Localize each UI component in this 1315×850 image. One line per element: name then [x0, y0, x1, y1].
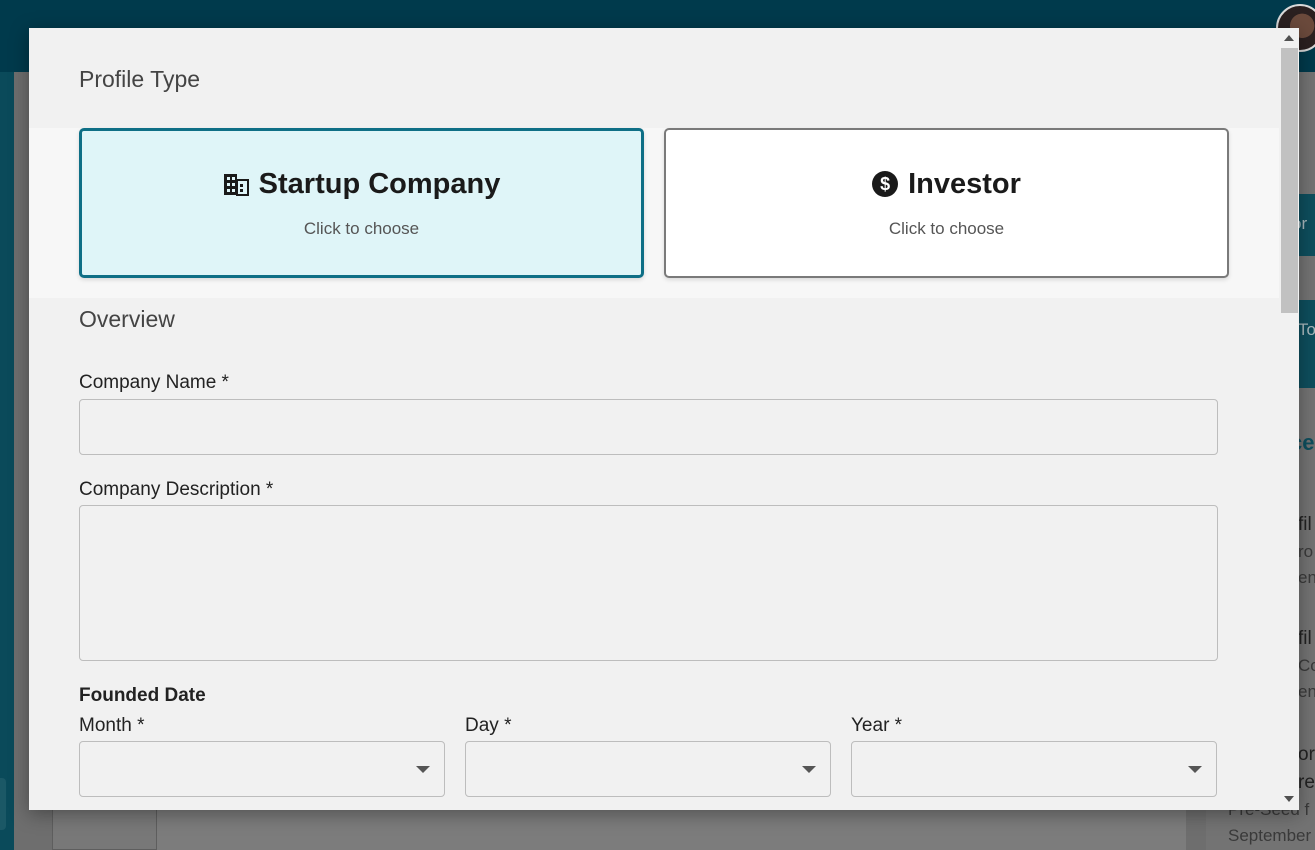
right-panel-text: fil — [1298, 628, 1312, 649]
company-name-label: Company Name * — [79, 372, 229, 393]
company-description-label: Company Description * — [79, 479, 274, 500]
year-select[interactable] — [851, 741, 1217, 797]
company-name-input[interactable] — [79, 399, 1218, 455]
right-panel-text: en — [1298, 568, 1315, 587]
scroll-down-icon[interactable] — [1284, 796, 1294, 802]
startup-company-title: Startup Company — [258, 167, 501, 200]
investor-option[interactable]: $ Investor Click to choose — [664, 128, 1229, 278]
right-panel-text: en — [1298, 682, 1315, 701]
app-left-rail — [0, 72, 14, 850]
year-label: Year * — [851, 715, 903, 736]
building-icon — [223, 172, 249, 196]
right-panel-text: Co — [1298, 656, 1315, 675]
scroll-up-icon[interactable] — [1284, 35, 1294, 41]
startup-company-subtitle: Click to choose — [303, 218, 420, 238]
startup-company-option[interactable]: Startup Company Click to choose — [79, 128, 644, 278]
scrollbar-thumb[interactable] — [1281, 48, 1298, 313]
profile-type-title: Profile Type — [79, 66, 201, 92]
chevron-down-icon — [1188, 766, 1202, 773]
company-description-input[interactable] — [79, 505, 1218, 661]
profile-modal: Profile Type Startup Company Click to ch… — [29, 28, 1299, 810]
chevron-down-icon — [416, 766, 430, 773]
dollar-circle-icon: $ — [872, 171, 899, 197]
investor-header: $ Investor — [872, 168, 1021, 201]
day-label: Day * — [465, 715, 512, 736]
investor-title: Investor — [908, 167, 1021, 200]
month-select[interactable] — [79, 741, 445, 797]
left-rail-tab — [0, 778, 6, 830]
right-panel-text: orp — [1298, 744, 1315, 765]
right-panel-text: re — [1298, 772, 1315, 793]
right-panel-text: September — [1228, 826, 1312, 845]
overview-title: Overview — [79, 306, 175, 332]
chevron-down-icon — [802, 766, 816, 773]
founded-date-heading: Founded Date — [79, 685, 206, 706]
right-panel-text: fil — [1298, 514, 1312, 535]
month-label: Month * — [79, 715, 145, 736]
investor-subtitle: Click to choose — [888, 218, 1005, 238]
startup-company-header: Startup Company — [223, 167, 501, 201]
day-select[interactable] — [465, 741, 831, 797]
right-panel-text: ro — [1298, 542, 1314, 561]
